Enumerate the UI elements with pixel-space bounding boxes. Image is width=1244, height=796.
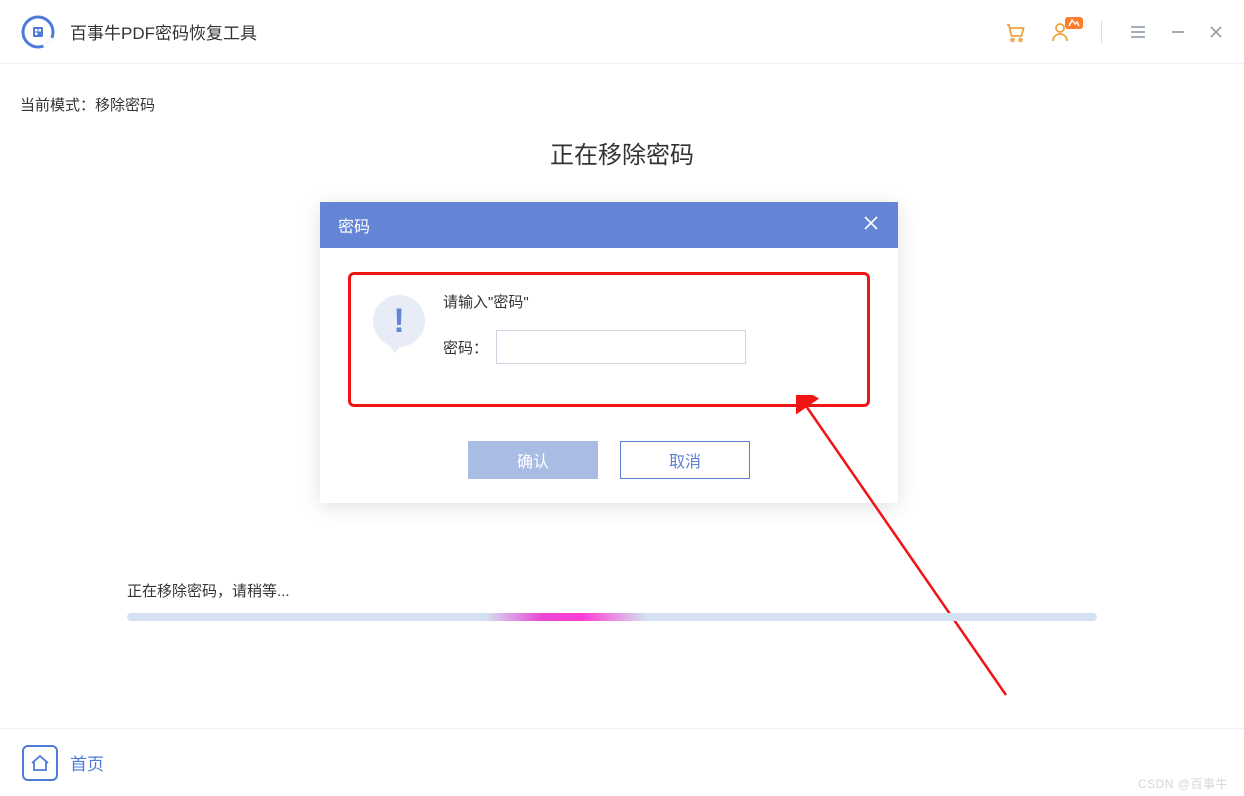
password-input[interactable]: [496, 330, 746, 364]
dialog-header: 密码: [320, 202, 898, 248]
app-logo: [20, 14, 56, 50]
header-actions: [1003, 20, 1224, 44]
home-icon: [22, 745, 58, 781]
dialog-prompt: 请输入"密码": [443, 291, 746, 312]
progress-section: 正在移除密码，请稍等...: [127, 580, 1097, 621]
progress-bar: [127, 613, 1097, 621]
app-header: 百事牛PDF密码恢复工具: [0, 0, 1244, 64]
home-label: 首页: [70, 750, 104, 775]
menu-icon[interactable]: [1128, 22, 1148, 42]
user-icon[interactable]: [1049, 20, 1075, 44]
confirm-button[interactable]: 确认: [468, 441, 598, 479]
main-content: 当前模式：移除密码 正在移除密码: [0, 64, 1244, 170]
password-dialog: 密码 ! 请输入"密码" 密码： 确认 取消: [320, 202, 898, 503]
mode-value: 移除密码: [95, 97, 155, 114]
current-mode: 当前模式：移除密码: [20, 94, 1224, 115]
close-icon[interactable]: [1208, 24, 1224, 40]
info-icon: !: [373, 295, 425, 347]
dialog-close-button[interactable]: [862, 214, 880, 237]
page-title: 正在移除密码: [20, 135, 1224, 170]
mode-label: 当前模式：: [20, 97, 95, 114]
minimize-icon[interactable]: [1170, 24, 1186, 40]
dialog-title: 密码: [338, 213, 370, 237]
cart-icon[interactable]: [1003, 20, 1027, 44]
app-title: 百事牛PDF密码恢复工具: [70, 19, 257, 44]
password-label: 密码：: [443, 337, 488, 358]
progress-indicator: [486, 613, 646, 621]
cancel-button[interactable]: 取消: [620, 441, 750, 479]
progress-status: 正在移除密码，请稍等...: [127, 580, 1097, 601]
footer: 首页: [0, 728, 1244, 796]
annotation-highlight: ! 请输入"密码" 密码：: [348, 272, 870, 407]
header-divider: [1101, 21, 1102, 43]
watermark: CSDN @百事牛: [1138, 775, 1228, 792]
home-button[interactable]: 首页: [22, 745, 104, 781]
